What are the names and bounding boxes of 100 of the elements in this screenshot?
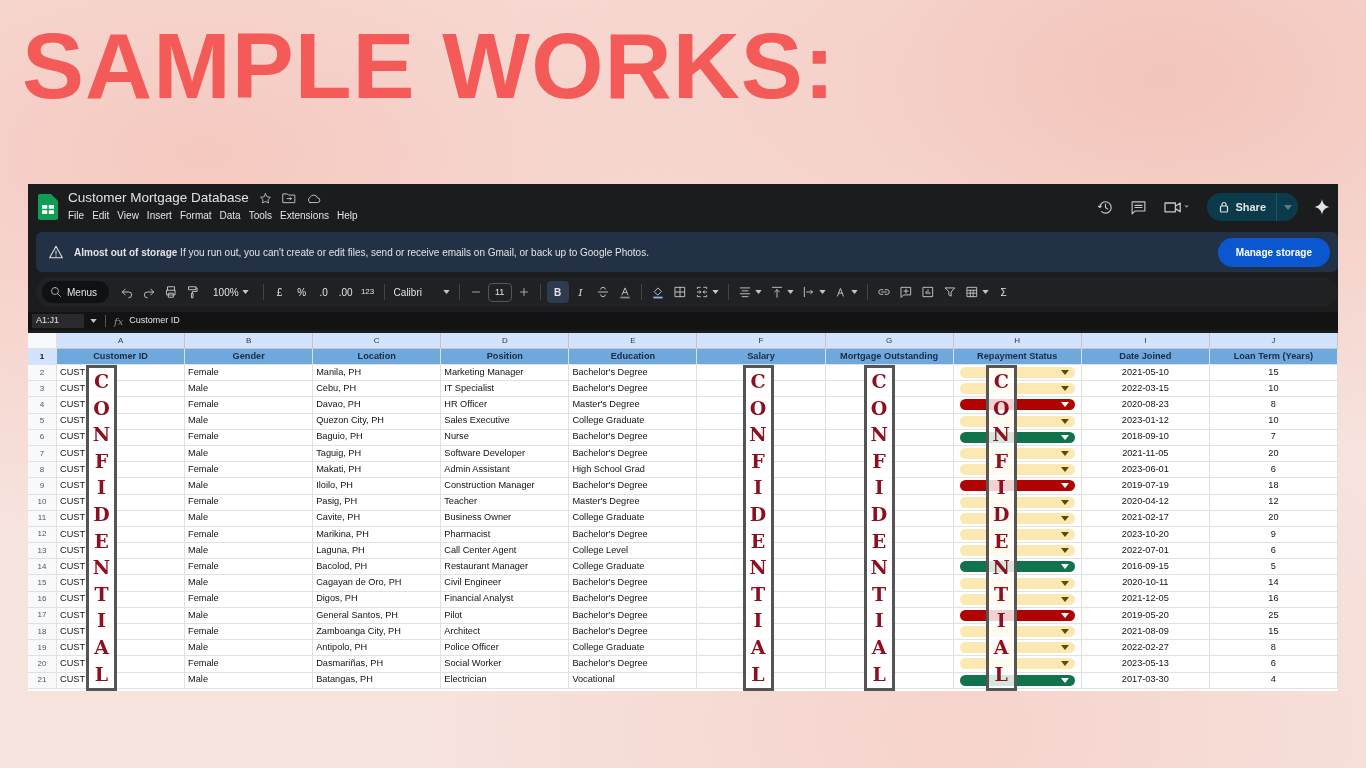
menu-item[interactable]: Data [215,208,245,224]
table-cell: 15 [1209,365,1338,382]
menu-item[interactable]: Tools [244,208,277,224]
row-number[interactable]: 15 [28,575,57,592]
column-header[interactable]: G [825,333,954,349]
row-number[interactable]: 3 [28,381,57,398]
row-number[interactable]: 8 [28,462,57,479]
table-cell: 6 [1209,656,1338,673]
sparkle-icon[interactable] [1314,199,1330,215]
caret-icon [241,290,249,294]
column-header[interactable]: I [1081,333,1210,349]
sheets-logo-icon[interactable] [38,194,58,220]
caret-icon[interactable] [90,319,97,323]
comment-icon[interactable] [1130,198,1148,216]
italic-button[interactable]: I [570,281,591,303]
column-header[interactable]: A [57,333,186,349]
increase-decimals-button[interactable]: .00 [335,281,356,303]
confidential-stamp: CONFIDENTIAL [742,365,774,691]
column-header[interactable]: B [185,333,314,349]
table-cell: Male [185,381,314,398]
table-cell: 7 [1209,429,1338,446]
table-cell: Male [185,478,314,495]
table-cell: Female [185,656,314,673]
table-cell: 2019-07-19 [1081,478,1210,495]
font-dropdown[interactable]: Calibri [390,281,453,303]
video-call-icon[interactable] [1163,199,1192,215]
row-number[interactable]: 20 [28,656,57,673]
row-number[interactable]: 14 [28,559,57,576]
table-cell: 20 [1209,445,1338,463]
table-cell: 18 [1209,478,1338,495]
caret-icon [786,290,794,294]
menu-item[interactable]: Extensions [276,208,333,224]
name-box[interactable]: A1:J1 [32,314,84,328]
column-header[interactable]: C [313,333,442,349]
menu-item[interactable]: Insert [142,208,176,224]
menu-item[interactable]: File [64,208,89,224]
font-size-field[interactable]: 11 [487,282,512,302]
document-title[interactable]: Customer Mortgage Database [68,190,249,206]
star-icon[interactable] [258,191,272,205]
paint-format-icon [186,285,200,299]
column-header[interactable]: E [569,333,698,349]
table-cell: Female [185,365,314,382]
number-format-button[interactable]: 123 [357,281,378,303]
folder-icon[interactable] [281,192,296,204]
column-header[interactable]: D [441,333,570,349]
table-cell: 4 [1209,672,1338,689]
header-cell: Repayment Status [953,349,1082,365]
row-number[interactable]: 2 [28,365,57,382]
table-cell: 20 [1209,510,1338,527]
header-cell: Position [441,349,570,365]
table-cell: Bachelor's Degree [569,445,698,463]
header-cell: Mortgage Outstanding [825,349,954,365]
menu-item[interactable]: Format [175,208,216,224]
table-cell: Taguig, PH [313,445,442,463]
zoom-dropdown[interactable]: 100% [205,281,257,303]
search-menus-field[interactable]: Menus [42,281,109,303]
add-comment-icon [898,285,913,299]
row-number[interactable]: 13 [28,543,57,560]
table-cell: Female [185,462,314,479]
row-number[interactable]: 18 [28,624,57,641]
table-cell: Teacher [441,494,570,511]
table-cell: College Graduate [569,413,698,430]
table-cell: Architect [441,624,570,641]
table-cell: 2023-06-01 [1081,462,1210,479]
percent-button[interactable]: % [291,281,312,303]
table-cell: 10 [1209,413,1338,430]
table-cell: 9 [1209,526,1338,544]
table-cell: College Graduate [569,640,698,657]
manage-storage-button[interactable]: Manage storage [1217,237,1330,267]
menu-item[interactable]: Edit [88,208,114,224]
decrease-decimals-button[interactable]: .0 [313,281,334,303]
column-header[interactable]: F [697,333,826,349]
lock-icon [1219,201,1230,213]
history-icon[interactable] [1097,198,1115,216]
header-cell: Education [569,349,698,365]
table-cell: Manila, PH [313,365,442,382]
table-cell: Marketing Manager [441,365,570,382]
caret-icon [1060,483,1069,489]
formula-content[interactable]: Customer ID [129,314,180,328]
table-cell: Bachelor's Degree [569,429,698,446]
confidential-stamp: CONFIDENTIAL [863,365,895,691]
column-header[interactable]: J [1209,333,1338,349]
caret-icon [1060,661,1069,667]
table-cell: Antipolo, PH [313,640,442,657]
cloud-icon[interactable] [305,192,321,204]
bold-button[interactable]: B [546,281,569,303]
vertical-align-icon [769,285,784,299]
row-number[interactable]: 19 [28,640,57,657]
row-number[interactable]: 4 [28,397,57,414]
menu-item[interactable]: View [113,208,143,224]
table-cell: Male [185,413,314,430]
table-cell: Vocational [569,672,698,689]
column-header[interactable]: H [953,333,1082,349]
sum-button[interactable]: Σ [993,281,1014,303]
row-number[interactable]: 9 [28,478,57,495]
menu-item[interactable]: Help [332,208,362,224]
row-number[interactable]: 1 [28,349,57,365]
table-cell: Pilot [441,607,570,624]
currency-button[interactable]: £ [269,281,290,303]
table-cell: College Level [569,543,698,560]
